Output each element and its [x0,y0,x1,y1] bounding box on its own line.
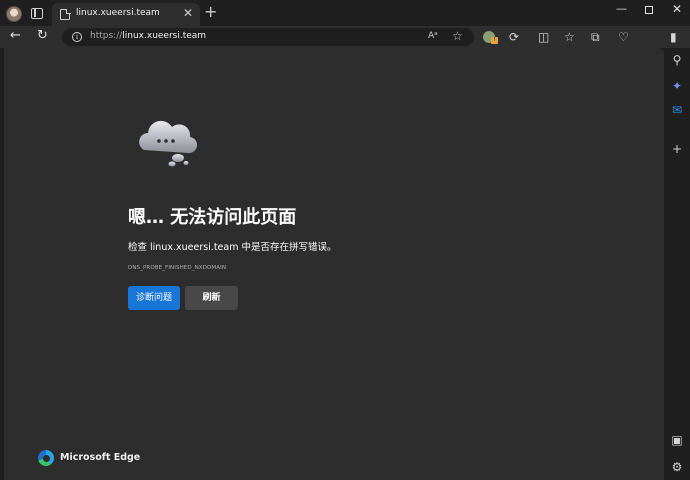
favorite-star-icon[interactable]: ☆ [452,29,463,43]
minimize-icon[interactable]: — [616,2,627,15]
diagnose-button[interactable]: 诊断问题 [128,286,180,310]
favorites-icon[interactable]: ☆ [564,30,575,44]
refresh-button[interactable]: 刷新 [185,286,238,310]
page-content [4,48,664,480]
collections-icon[interactable]: ⧉ [591,30,600,44]
extension-badge: ! [491,37,498,44]
split-screen-icon[interactable]: ◫ [538,30,549,44]
performance-icon[interactable]: ⟳ [509,30,519,44]
copilot-health-icon[interactable]: ♡ [618,30,629,44]
outlook-icon[interactable]: ✉ [670,103,684,117]
page-icon [60,8,71,20]
window-close-icon[interactable]: ✕ [672,2,682,16]
address-bar[interactable]: i https://linux.xueersi.team Aᵃ ☆ [62,28,474,46]
add-icon[interactable]: + [670,142,684,156]
back-icon[interactable]: ← [10,28,21,43]
error-description: 检查 linux.xueersi.team 中是否存在拼写错误。 [128,242,337,253]
toolbar: ← ↻ i https://linux.xueersi.team Aᵃ ☆ [0,26,690,48]
active-tab[interactable]: linux.xueersi.team ✕ [52,3,200,26]
sidebar-toggle-icon[interactable]: ▮ [670,30,677,44]
search-icon[interactable]: ⚲ [670,53,684,67]
url-host: linux.xueersi.team [122,31,207,41]
cloud-error-icon [139,120,198,167]
tab-actions-icon[interactable] [31,8,43,19]
settings-icon[interactable]: ⚙ [670,460,684,474]
copilot-icon[interactable]: ✦ [670,79,684,93]
tab-bar: linux.xueersi.team ✕ + — ✕ [0,0,690,26]
tab-close-icon[interactable]: ✕ [183,6,193,20]
tab-title: linux.xueersi.team [76,8,160,18]
error-headline: 嗯… 无法访问此页面 [128,207,297,228]
error-code: DNS_PROBE_FINISHED_NXDOMAIN [128,265,227,271]
screenshot-icon[interactable]: ▣ [670,433,684,447]
refresh-icon[interactable]: ↻ [37,28,48,43]
edge-logo-icon [38,450,54,466]
new-tab-icon[interactable]: + [204,4,217,20]
url-scheme: https:// [90,31,123,41]
read-aloud-icon[interactable]: Aᵃ [428,31,438,41]
profile-icon[interactable] [6,6,22,22]
url-text[interactable]: https://linux.xueersi.team [90,31,206,41]
info-icon[interactable]: i [72,32,82,42]
brand-name: Microsoft Edge [60,452,141,463]
maximize-icon[interactable] [645,6,653,14]
